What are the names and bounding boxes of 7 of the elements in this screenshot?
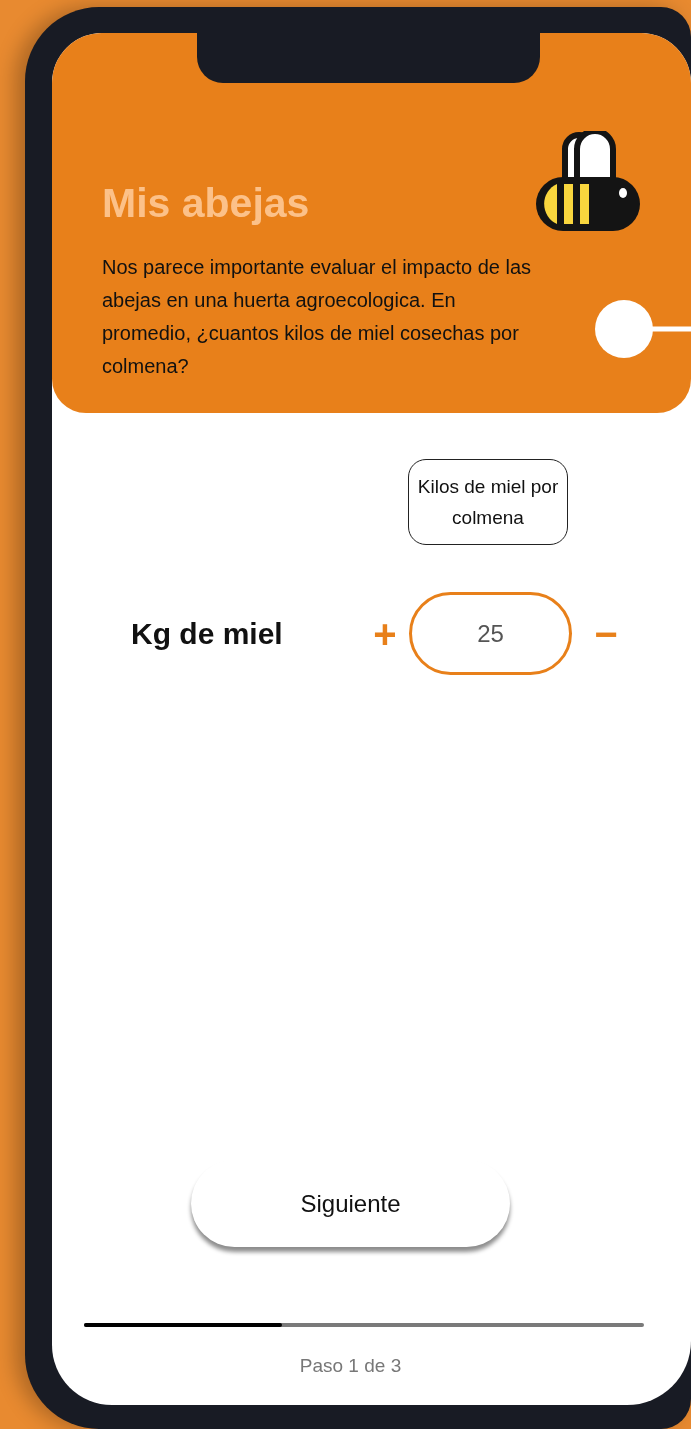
step-caption: Paso 1 de 3 (298, 1355, 403, 1377)
hint-tooltip: Kilos de miel por colmena (408, 459, 568, 545)
next-button[interactable]: Siguiente (191, 1160, 510, 1247)
page-title: Mis abejas (102, 178, 310, 227)
quantity-input[interactable]: 25 (409, 592, 572, 675)
question-text: Nos parece importante evaluar el impacto de las abejas en una huerta agroecologica. En promedio, ¿cuantos kilos de miel cosechas por colmena? (102, 255, 532, 379)
field-label: Kg de miel (131, 616, 284, 651)
